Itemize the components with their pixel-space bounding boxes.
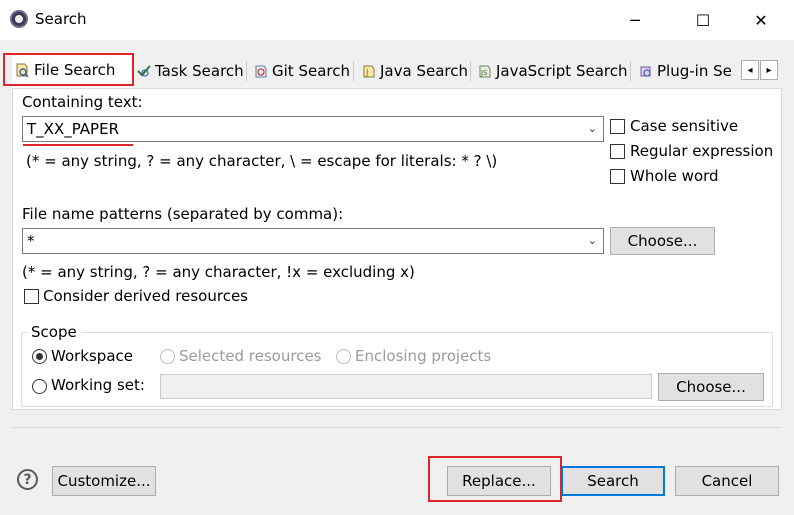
working-set-label[interactable]: Working set: [51,376,145,394]
task-search-icon [137,65,151,77]
chevron-down-icon[interactable]: ⌄ [588,122,597,135]
containing-text-hint: (* = any string, ? = any character, \ = … [26,152,498,170]
tab-label: Java Search [380,62,468,80]
selected-resources-radio [160,349,175,364]
workspace-label[interactable]: Workspace [51,347,133,365]
selected-resources-label: Selected resources [179,347,322,365]
file-patterns-choose-button[interactable]: Choose... [610,227,715,255]
git-search-icon [255,65,267,78]
file-patterns-combo[interactable]: * ⌄ [22,228,604,254]
file-search-icon [16,63,29,77]
tab-file-search[interactable]: File Search [12,52,132,88]
scope-title: Scope [27,323,81,341]
tab-label: Git Search [272,62,350,80]
tab-scroll-right-button[interactable]: ▸ [760,60,778,80]
tab-label: JavaScript Search [496,62,628,80]
workspace-radio[interactable] [32,349,47,364]
svg-text:JS: JS [480,69,488,77]
footer-divider [12,427,782,428]
working-set-choose-button[interactable]: Choose... [658,373,764,401]
containing-text-underline [23,144,133,146]
tab-git-search[interactable]: Git Search [250,56,350,86]
customize-button[interactable]: Customize... [52,466,156,496]
search-button[interactable]: Search [561,466,665,496]
containing-text-combo[interactable]: T_XX_PAPER ⌄ [22,116,604,142]
tab-label: File Search [34,61,116,79]
javascript-search-icon: JS [479,65,491,78]
close-button[interactable]: ✕ [738,0,784,40]
tab-strip: File Search Task Search Git Search J Jav… [0,52,794,88]
plugin-search-icon [640,66,651,77]
consider-derived-label[interactable]: Consider derived resources [43,287,248,305]
eclipse-app-icon [10,10,28,28]
tab-java-search[interactable]: J Java Search [358,56,468,86]
file-patterns-hint: (* = any string, ? = any character, !x =… [22,263,415,281]
working-set-input [160,374,652,399]
maximize-button[interactable]: ☐ [680,0,726,40]
cancel-button[interactable]: Cancel [675,466,779,496]
minimize-button[interactable]: ─ [612,0,658,40]
case-sensitive-checkbox[interactable] [610,119,625,134]
help-icon[interactable]: ? [17,469,38,490]
tab-scroll-left-button[interactable]: ◂ [741,60,759,80]
tab-label: Plug-in Se [657,62,732,80]
replace-button[interactable]: Replace... [447,466,551,496]
chevron-down-icon[interactable]: ⌄ [588,234,597,247]
whole-word-checkbox[interactable] [610,169,625,184]
case-sensitive-label[interactable]: Case sensitive [630,117,738,135]
tab-task-search[interactable]: Task Search [133,56,244,86]
java-search-icon: J [363,65,375,78]
tab-plugin-search[interactable]: Plug-in Se [635,56,732,86]
file-patterns-label: File name patterns (separated by comma): [22,205,344,223]
containing-text-value: T_XX_PAPER [27,120,120,138]
whole-word-label[interactable]: Whole word [630,167,719,185]
enclosing-projects-label: Enclosing projects [355,347,492,365]
svg-text:J: J [365,68,368,77]
tab-label: Task Search [155,62,244,80]
regular-expression-label[interactable]: Regular expression [630,142,773,160]
regular-expression-checkbox[interactable] [610,144,625,159]
consider-derived-checkbox[interactable] [24,289,39,304]
file-patterns-value: * [27,232,35,250]
enclosing-projects-radio [336,349,351,364]
working-set-radio[interactable] [32,379,47,394]
tab-javascript-search[interactable]: JS JavaScript Search [474,56,628,86]
window-title: Search [35,10,87,28]
search-page-panel: Containing text: T_XX_PAPER ⌄ (* = any s… [12,88,782,410]
title-bar: Search ─ ☐ ✕ [0,0,794,40]
containing-text-label: Containing text: [22,93,143,111]
